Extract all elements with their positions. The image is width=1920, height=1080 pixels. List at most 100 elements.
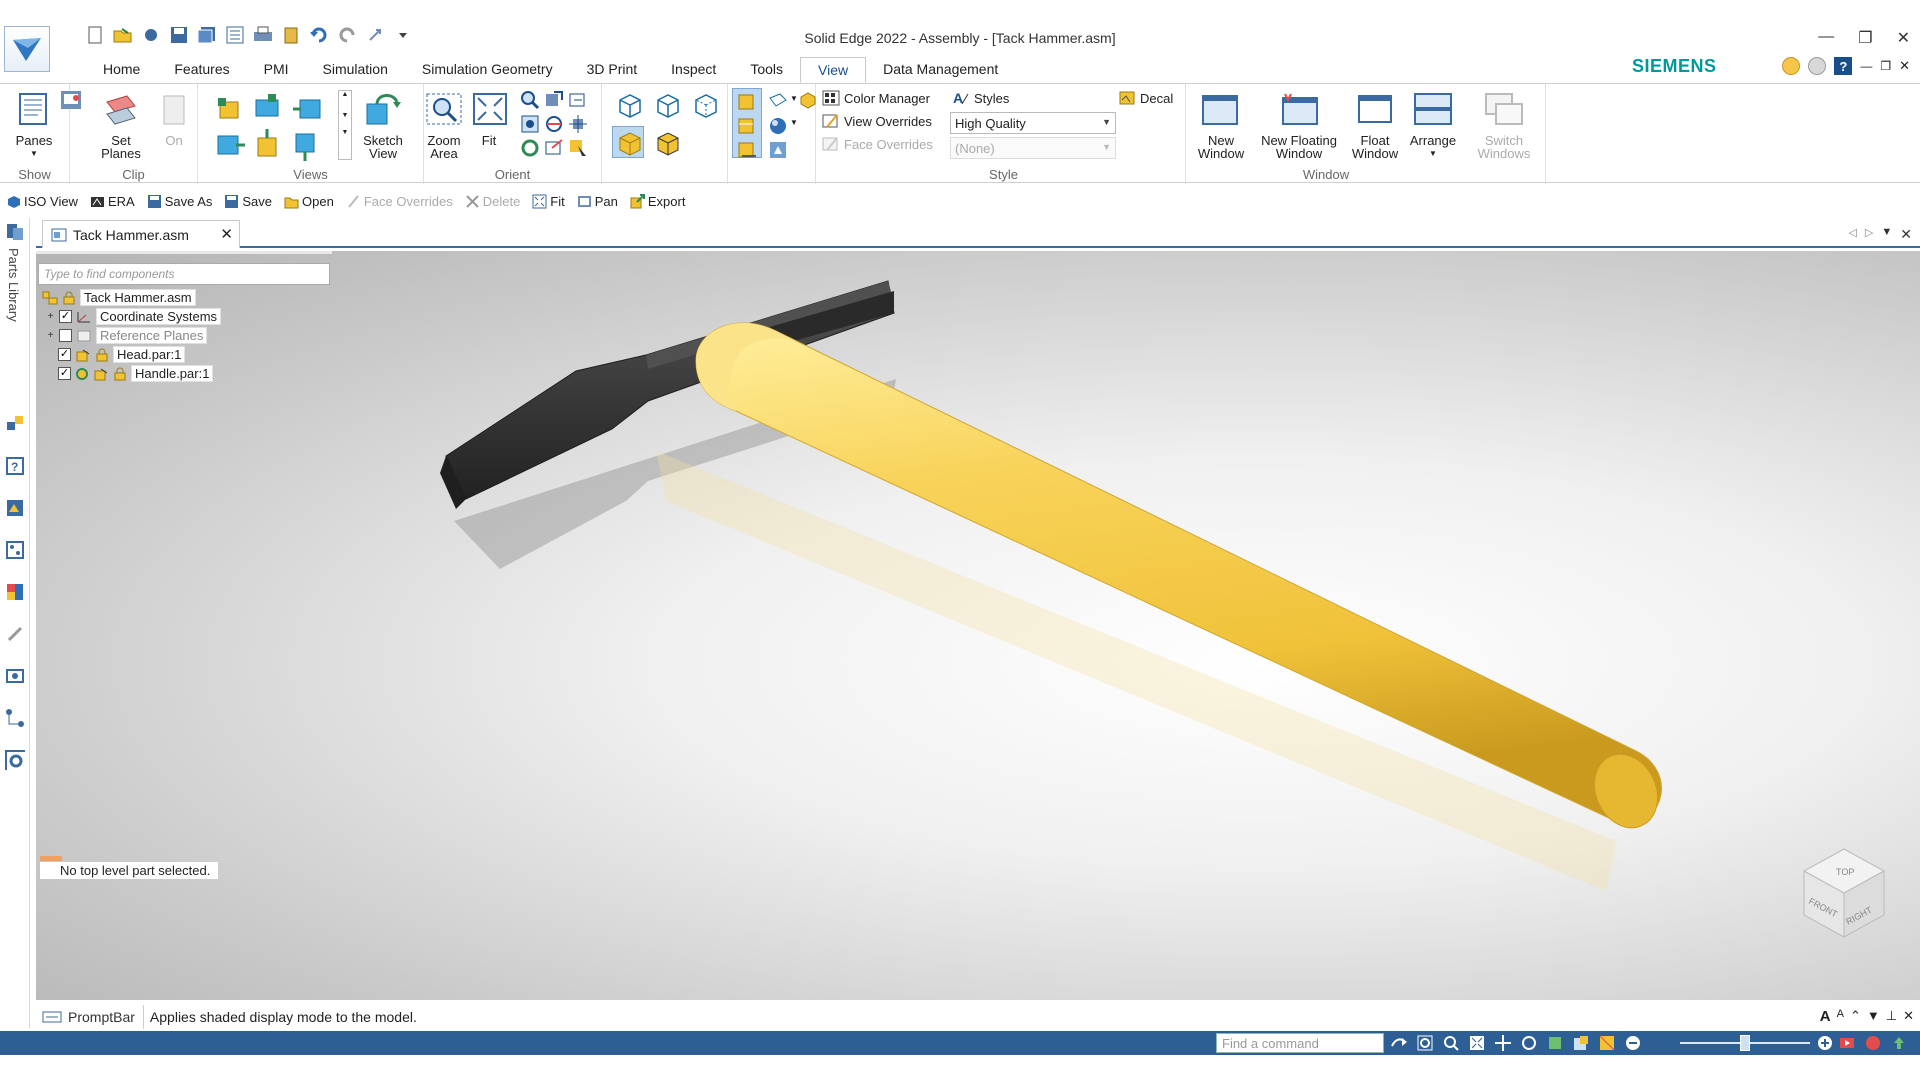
relationships-tab-icon[interactable] — [5, 708, 25, 728]
spin-about-icon[interactable] — [544, 114, 564, 134]
zoom-icon[interactable] — [520, 90, 540, 110]
view-front-icon[interactable] — [254, 92, 280, 118]
appearance-icon[interactable] — [5, 582, 25, 602]
expand-icon[interactable]: + — [46, 312, 55, 322]
era-command[interactable]: ERA — [84, 190, 141, 212]
frown-feedback-icon[interactable] — [1808, 57, 1827, 75]
save-command[interactable]: Save — [218, 190, 278, 212]
go-icon[interactable] — [1390, 1034, 1408, 1052]
fit-status-icon[interactable] — [1468, 1034, 1486, 1052]
save-as-command[interactable]: Save As — [141, 190, 219, 212]
view-cube[interactable]: TOP FRONT RIGHT — [1796, 841, 1892, 941]
fit-command[interactable]: Fit — [526, 190, 570, 212]
document-minimize-icon[interactable]: — — [1860, 59, 1872, 73]
document-close-icon[interactable]: ✕ — [1899, 58, 1910, 74]
visibility-checkbox[interactable]: ✓ — [58, 348, 71, 361]
lighting-dropdown-icon[interactable]: ▼ — [790, 118, 798, 127]
expand-icon[interactable]: + — [46, 331, 55, 341]
zoom-in-icon[interactable] — [1816, 1034, 1834, 1052]
help-tab-icon[interactable]: ? — [5, 456, 25, 476]
layers-tab-icon[interactable] — [5, 498, 25, 518]
tree-item-head[interactable]: ✓ Head.par:1 — [58, 346, 186, 363]
tab-pmi[interactable]: PMI — [247, 57, 306, 83]
collapse-up-icon[interactable]: ⌃ — [1850, 1008, 1861, 1025]
minimize-icon[interactable]: — — [1818, 28, 1834, 48]
styles-button[interactable]: A Styles — [952, 90, 1009, 106]
parts-library-tab[interactable]: Parts Library — [6, 248, 21, 322]
close-tab-icon[interactable]: ✕ — [220, 225, 233, 243]
switch-windows-button[interactable]: Switch Windows — [1474, 92, 1534, 160]
document-tab[interactable]: Tack Hammer.asm ✕ — [42, 220, 240, 248]
smile-feedback-icon[interactable] — [1782, 57, 1801, 75]
tab-home[interactable]: Home — [86, 57, 157, 83]
panes-button[interactable]: Panes ▼ — [12, 92, 56, 160]
tab-simulation-geometry[interactable]: Simulation Geometry — [405, 57, 570, 83]
tree-root[interactable]: Tack Hammer.asm — [42, 289, 196, 306]
close-prompt-icon[interactable]: ✕ — [1903, 1008, 1914, 1025]
link-tab-icon[interactable] — [5, 624, 25, 644]
view-overrides-select[interactable]: High Quality ▼ — [950, 112, 1116, 134]
render-shaded-icon[interactable] — [736, 92, 756, 112]
zoom-area-status-icon[interactable] — [1416, 1034, 1434, 1052]
tree-item-handle[interactable]: ✓ Handle.par:1 — [58, 365, 214, 382]
prompt-bar-tab[interactable]: PromptBar — [36, 1009, 143, 1025]
views-scroller[interactable]: ▲ ▼ ▼ — [338, 90, 352, 160]
new-floating-window-button[interactable]: New Floating Window — [1254, 92, 1344, 160]
visible-edges-icon[interactable] — [654, 92, 680, 118]
parts-library-icon[interactable] — [5, 222, 25, 242]
tab-data-management[interactable]: Data Management — [866, 57, 1015, 83]
zoom-slider[interactable] — [1680, 1035, 1810, 1051]
export-command[interactable]: Export — [624, 190, 692, 212]
record-stop-icon[interactable] — [1864, 1034, 1882, 1052]
assembly-pathfinder-icon[interactable] — [5, 414, 25, 434]
tree-item-reference-planes[interactable]: + Reference Planes — [46, 327, 208, 344]
tack-hammer-model[interactable] — [36, 251, 1920, 1000]
tab-left-arrow-icon[interactable]: ◁ — [1848, 226, 1856, 243]
previous-view-icon[interactable] — [568, 90, 588, 110]
background-icon[interactable] — [768, 140, 788, 160]
tab-right-arrow-icon[interactable]: ▷ — [1865, 226, 1873, 243]
select-view-icon[interactable] — [568, 138, 588, 158]
zoom-in-out-icon[interactable] — [520, 114, 540, 134]
tab-tools[interactable]: Tools — [733, 57, 800, 83]
settings-tab-icon[interactable] — [5, 750, 25, 770]
close-all-tabs-icon[interactable]: ✕ — [1900, 226, 1912, 243]
delete-command[interactable]: Delete — [459, 190, 527, 212]
float-window-button[interactable]: Float Window — [1350, 92, 1400, 160]
features-library-icon[interactable] — [5, 540, 25, 560]
view-top-icon[interactable] — [216, 96, 242, 122]
tab-list-dropdown-icon[interactable]: ▼ — [1881, 226, 1892, 243]
face-overrides-select[interactable]: (None) ▼ — [950, 137, 1116, 159]
tab-3d-print[interactable]: 3D Print — [570, 57, 655, 83]
fit-button[interactable]: Fit — [472, 92, 507, 147]
view-right-icon[interactable] — [292, 96, 322, 122]
video-record-icon[interactable] — [1838, 1034, 1856, 1052]
decal-button[interactable]: Decal — [1118, 90, 1173, 106]
font-increase-icon[interactable]: A — [1820, 1008, 1831, 1025]
color-manager-button[interactable]: Color Manager — [822, 90, 930, 106]
pan-command[interactable]: Pan — [571, 190, 624, 212]
pan-status-icon[interactable] — [1494, 1034, 1512, 1052]
view-left-icon[interactable] — [216, 132, 246, 158]
tab-view[interactable]: View — [800, 57, 867, 83]
clip-on-button[interactable]: On — [156, 92, 192, 147]
lighting-icon[interactable] — [768, 116, 788, 136]
new-window-button[interactable]: New Window — [1196, 92, 1246, 160]
tab-inspect[interactable]: Inspect — [654, 57, 733, 83]
upload-icon[interactable] — [1890, 1034, 1908, 1052]
iso-view-command[interactable]: ISO View — [0, 190, 84, 212]
sketch-view-status-icon[interactable] — [1572, 1034, 1590, 1052]
shaded-button[interactable] — [612, 126, 644, 158]
zoom-out-icon[interactable] — [1624, 1034, 1642, 1052]
zoom-slider-knob[interactable] — [1740, 1035, 1750, 1051]
pathfinder-resize-handle[interactable] — [36, 251, 332, 254]
graphics-viewport[interactable]: Type to find components Tack Hammer.asm … — [36, 251, 1920, 1000]
render-shadows-icon[interactable] — [736, 140, 756, 160]
zoom-status-icon[interactable] — [1442, 1034, 1460, 1052]
sketch-view-button[interactable]: Sketch View — [358, 90, 408, 160]
hidden-edges-icon[interactable] — [692, 92, 718, 118]
visibility-checkbox[interactable]: ✓ — [58, 367, 71, 380]
tab-features[interactable]: Features — [157, 57, 246, 83]
find-command-input[interactable]: Find a command — [1216, 1033, 1384, 1053]
font-decrease-icon[interactable]: A — [1837, 1008, 1844, 1025]
